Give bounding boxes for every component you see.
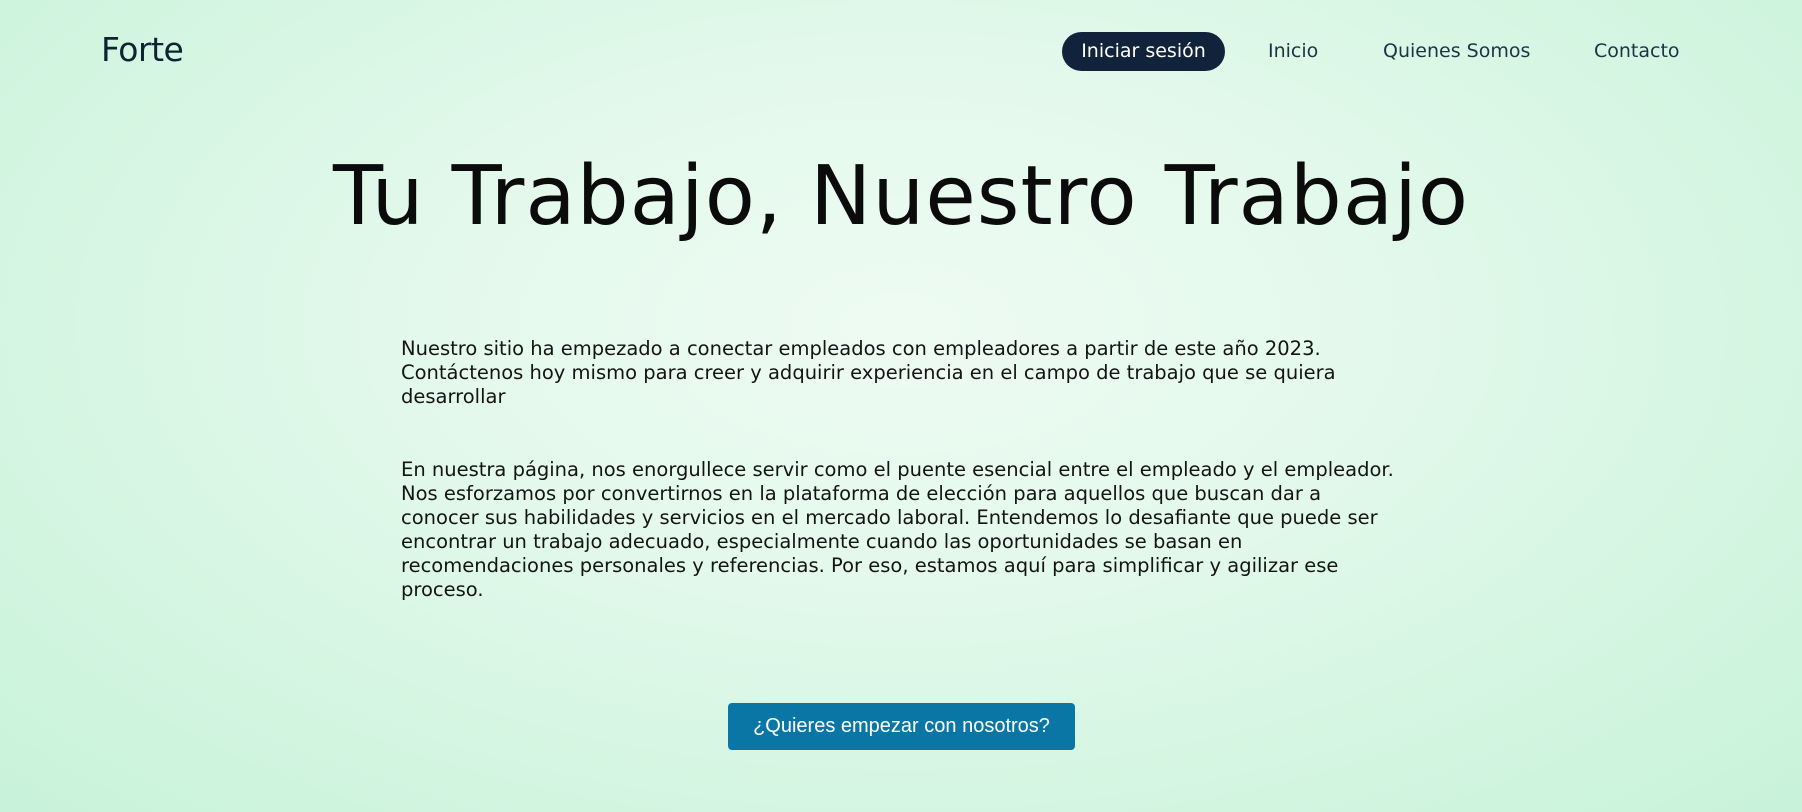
- intro-section: Nuestro sitio ha empezado a conectar emp…: [401, 337, 1401, 602]
- intro-paragraph: Nuestro sitio ha empezado a conectar emp…: [401, 337, 1336, 408]
- login-button[interactable]: Iniciar sesión: [1062, 32, 1225, 71]
- nav-link-inicio[interactable]: Inicio: [1268, 32, 1318, 71]
- hero-title: Tu Trabajo, Nuestro Trabajo: [332, 148, 1470, 244]
- main-nav: Iniciar sesión Inicio Quienes Somos Cont…: [0, 32, 1802, 72]
- nav-link-quienes-somos[interactable]: Quienes Somos: [1383, 32, 1530, 71]
- about-paragraph: En nuestra página, nos enorgullece servi…: [401, 458, 1394, 601]
- start-with-us-button[interactable]: ¿Quieres empezar con nosotros?: [728, 703, 1075, 750]
- nav-link-contacto[interactable]: Contacto: [1594, 32, 1680, 71]
